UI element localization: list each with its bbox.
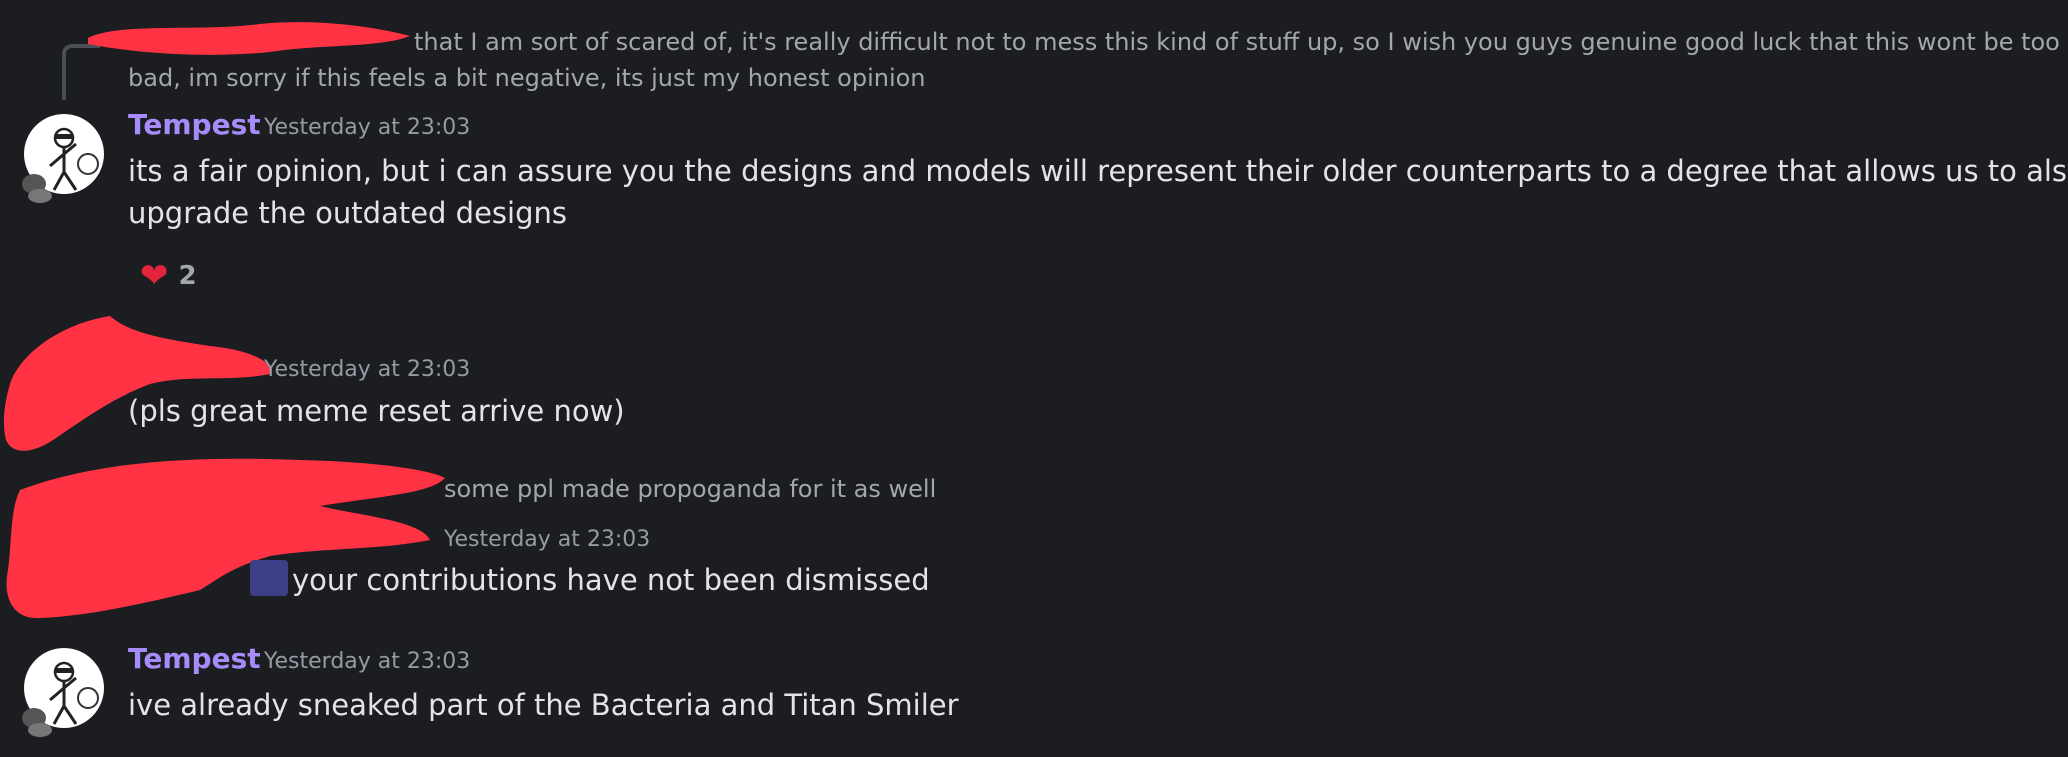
timestamp: Yesterday at 23:03 <box>264 649 471 674</box>
mention-highlight[interactable] <box>250 560 288 596</box>
redaction-mark <box>6 458 446 619</box>
timestamp: Yesterday at 23:03 <box>264 115 471 140</box>
avatar[interactable] <box>22 114 104 203</box>
author-name[interactable]: Tempest <box>128 108 261 141</box>
reaction-count: 2 <box>178 261 197 291</box>
message-text-cont: upgrade the outdated designs <box>128 196 567 230</box>
reply-preview-text[interactable]: some ppl made propoganda for it as well <box>444 471 936 507</box>
message-text: its a fair opinion, but i can assure you… <box>128 154 2068 188</box>
reply-preview-text-cont[interactable]: bad, im sorry if this feels a bit negati… <box>128 60 926 96</box>
timestamp: Yesterday at 23:03 <box>264 357 471 382</box>
chat-view: that I am sort of scared of, it's really… <box>0 0 2068 757</box>
heart-emoji-icon: ❤ <box>140 256 169 296</box>
redaction-mark <box>3 316 271 451</box>
author-name[interactable]: Tempest <box>128 642 261 675</box>
avatar[interactable] <box>22 648 104 737</box>
reaction-heart[interactable]: ❤ 2 <box>132 252 205 300</box>
message-text: (pls great meme reset arrive now) <box>128 394 625 428</box>
avatar-tempest-icon <box>22 127 99 203</box>
timestamp: Yesterday at 23:03 <box>444 527 651 552</box>
message-text: your contributions have not been dismiss… <box>292 563 930 597</box>
redaction-mark <box>88 22 410 55</box>
avatar-tempest-icon <box>22 661 99 737</box>
reply-preview-text[interactable]: that I am sort of scared of, it's really… <box>414 24 2060 60</box>
message-text: ive already sneaked part of the Bacteria… <box>128 688 959 722</box>
